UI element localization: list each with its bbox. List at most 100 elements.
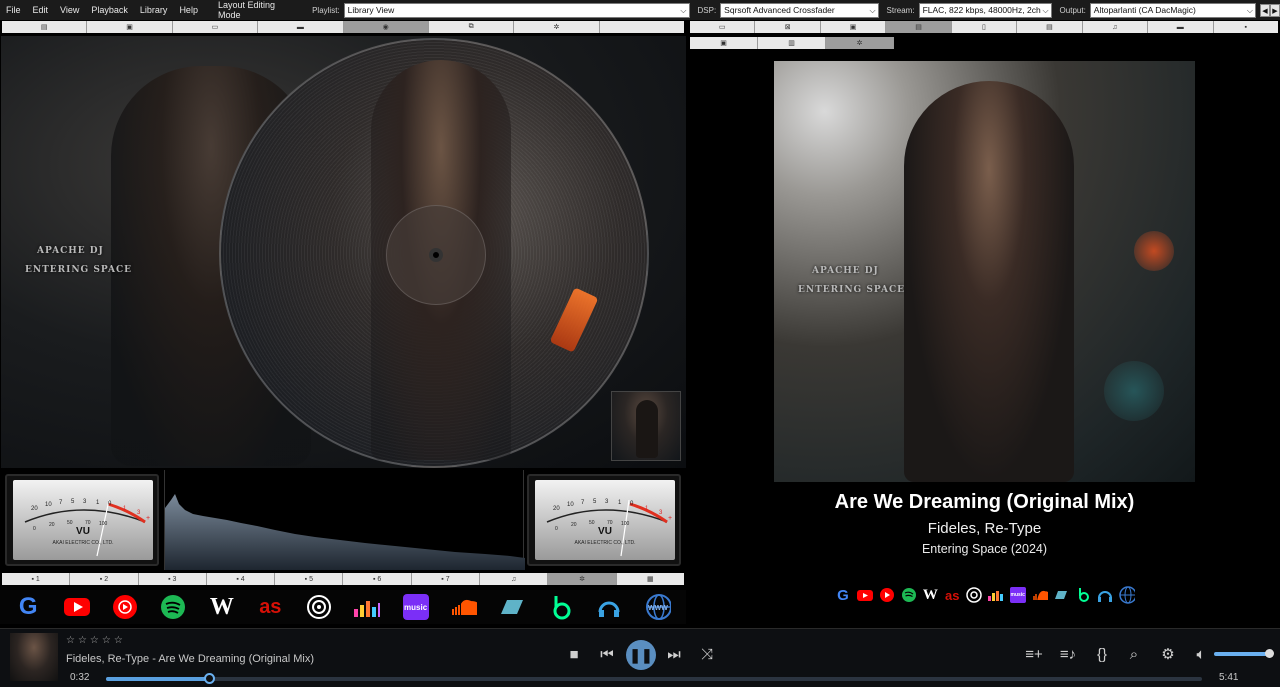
vu-tick-p3: 3 (659, 510, 663, 516)
stop-button[interactable]: ■ (562, 645, 586, 665)
tab-empty[interactable] (599, 21, 684, 33)
search-button[interactable]: ⌕ (1122, 645, 1146, 665)
google-icon[interactable]: G (835, 587, 851, 604)
vu-scale-left: 20 10 7 5 3 1 0 1 3 + 0 20 50 70 100 (24, 499, 150, 557)
deezer-icon[interactable] (987, 587, 1004, 603)
vu-meter-right: 20 10 7 5 3 1 0 1 3 + 0 20 50 70 100 VU … (527, 474, 681, 566)
tidal-icon[interactable] (1053, 587, 1069, 603)
tab-image[interactable]: ▣ (87, 21, 173, 33)
tab-r-info[interactable]: ▭ (690, 21, 756, 33)
discogs-icon[interactable] (966, 587, 982, 603)
youtube-icon[interactable] (63, 594, 90, 620)
www-icon[interactable] (1119, 586, 1135, 604)
tab-music[interactable]: ♫ (480, 573, 549, 585)
lastfm-icon[interactable]: as (257, 594, 283, 620)
tab-r-list[interactable]: ▤ (1017, 21, 1083, 33)
volume-button[interactable]: 🔈︎ (1189, 645, 1213, 665)
wikipedia-icon[interactable]: W (209, 594, 235, 620)
youtube-icon[interactable] (856, 587, 873, 603)
playlist-add-icon: ≡+ (1025, 646, 1043, 663)
tab-copy[interactable]: ⧉ (429, 21, 515, 33)
chevron-down-icon: ⌵ (869, 5, 876, 15)
cover-bokeh-teal (1104, 361, 1164, 421)
now-playing-thumbnail[interactable] (10, 633, 58, 681)
tab-r-lyrics[interactable]: ▯ (952, 21, 1018, 33)
scroll-left-icon[interactable]: ◀ (1259, 3, 1270, 17)
qobuz-icon[interactable] (1097, 587, 1113, 603)
google-icon[interactable]: G (15, 593, 41, 620)
deezer-icon[interactable] (354, 594, 381, 620)
menu-playback[interactable]: Playback (85, 5, 134, 15)
tab-r2-image[interactable]: ▣ (690, 37, 758, 49)
shuffle-button[interactable]: ⤨ (695, 645, 719, 665)
seek-bar[interactable] (106, 673, 1202, 684)
dsp-select[interactable]: Sqrsoft Advanced Crossfader ⌵ (720, 2, 879, 18)
scroll-right-icon[interactable]: ▶ (1269, 3, 1280, 17)
lock-icon: ▥ (788, 40, 795, 47)
add-to-playlist-button[interactable]: ≡+ (1022, 645, 1046, 665)
beatport-icon[interactable] (1075, 587, 1091, 603)
tab-r2-lock[interactable]: ▥ (758, 37, 826, 49)
beatport-icon[interactable] (548, 594, 574, 620)
discogs-icon[interactable] (306, 594, 332, 620)
tab-r-cover[interactable]: ▤ (886, 21, 952, 33)
menu-library[interactable]: Library (134, 5, 174, 15)
tab-calendar[interactable]: ▦ (617, 573, 684, 585)
tab-preset-6[interactable]: ▪ 6 (343, 573, 412, 585)
tab-r-music[interactable]: ♫ (1083, 21, 1149, 33)
previous-button[interactable]: ⏮ (595, 645, 619, 665)
soundcloud-icon[interactable] (1032, 587, 1048, 603)
amazon-music-icon[interactable]: music (1009, 587, 1026, 603)
tab-r-more[interactable]: ▪ (1214, 21, 1278, 33)
album-thumbnail[interactable] (611, 391, 681, 461)
menu-view[interactable]: View (54, 5, 85, 15)
tab-preset-5[interactable]: ▪ 5 (275, 573, 344, 585)
qobuz-icon[interactable] (596, 594, 622, 620)
spotify-icon[interactable] (901, 587, 917, 603)
tab-r-folder[interactable]: ▬ (1148, 21, 1214, 33)
tab-r-art[interactable]: ▣ (821, 21, 887, 33)
tab-preset-4[interactable]: ▪ 4 (207, 573, 276, 585)
layout-editing-mode[interactable]: Layout Editing Mode (212, 0, 304, 20)
www-icon[interactable]: WWW (645, 594, 671, 620)
tab-settings[interactable]: ✲ (514, 21, 600, 33)
youtube-music-icon[interactable] (879, 587, 895, 603)
cover-artist-text: APACHE DJ (812, 266, 879, 276)
soundcloud-icon[interactable] (451, 594, 477, 620)
next-button[interactable]: ⏭ (662, 645, 686, 665)
tab-r-image[interactable]: ⊠ (755, 21, 821, 33)
pause-button[interactable]: ❚❚ (626, 640, 656, 670)
playlist-select[interactable]: Library View ⌵ (343, 2, 690, 18)
skip-previous-icon: ⏮ (600, 646, 614, 663)
seek-bar-knob[interactable] (204, 673, 216, 684)
tab-list[interactable]: ▤ (2, 21, 88, 33)
output-select-value: Altoparlanti (CA DacMagic) (1093, 4, 1196, 15)
tab-folder[interactable]: ▬ (258, 21, 344, 33)
stream-select[interactable]: FLAC, 822 kbps, 48000Hz, 2ch ⌵ (918, 2, 1052, 18)
tab-preset-7[interactable]: ▪ 7 (412, 573, 481, 585)
tab-preset-3[interactable]: ▪ 3 (139, 573, 207, 585)
menu-file[interactable]: File (0, 5, 27, 15)
amazon-music-icon[interactable]: music (402, 594, 429, 620)
output-select[interactable]: Altoparlanti (CA DacMagic) ⌵ (1089, 2, 1256, 18)
menu-help[interactable]: Help (173, 5, 204, 15)
album-cover: APACHE DJ ENTERING SPACE (774, 61, 1195, 482)
volume-slider-knob[interactable] (1265, 649, 1274, 658)
settings-button[interactable]: ⚙ (1156, 645, 1180, 665)
tab-preset-2[interactable]: ▪ 2 (70, 573, 139, 585)
tab-r2-settings[interactable]: ✲ (826, 37, 894, 49)
queue-button[interactable]: ≡♪ (1056, 645, 1080, 665)
wikipedia-icon[interactable]: W (922, 587, 938, 603)
tab-info[interactable]: ▭ (173, 21, 259, 33)
tidal-icon[interactable] (499, 594, 525, 620)
spotify-icon[interactable] (160, 594, 186, 620)
tab-vinyl[interactable]: ◉ (343, 21, 429, 33)
tab-settings-preset[interactable]: ✲ (548, 573, 617, 585)
volume-slider[interactable] (1214, 652, 1270, 656)
script-button[interactable]: {} (1090, 645, 1114, 665)
rating-stars[interactable]: ☆☆☆☆☆ (66, 635, 126, 646)
lastfm-icon[interactable]: as (944, 587, 960, 603)
youtube-music-icon[interactable] (112, 594, 138, 620)
tab-preset-1[interactable]: ▪ 1 (2, 573, 71, 585)
menu-edit[interactable]: Edit (27, 5, 55, 15)
